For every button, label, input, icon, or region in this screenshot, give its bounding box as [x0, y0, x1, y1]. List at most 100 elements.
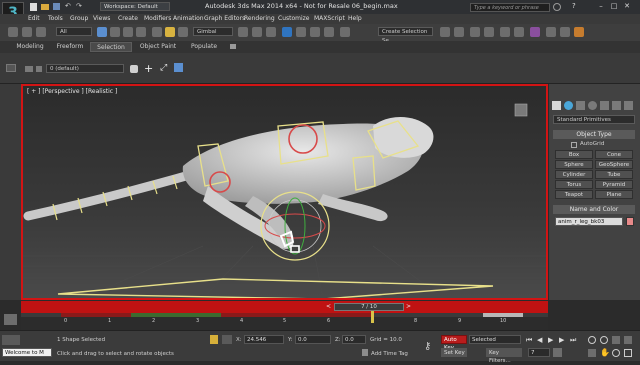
- scale-icon[interactable]: [178, 27, 188, 37]
- play-icon[interactable]: ▶: [548, 336, 553, 344]
- orbit-icon[interactable]: [612, 349, 620, 357]
- time-tag-icon[interactable]: [362, 349, 368, 356]
- schematic-view-icon[interactable]: [514, 27, 524, 37]
- help-icon[interactable]: ?: [572, 2, 576, 10]
- layer-dropdown[interactable]: 0 (default): [46, 64, 124, 73]
- move-icon[interactable]: [152, 27, 162, 37]
- pyramid-button[interactable]: Pyramid: [595, 180, 633, 189]
- mini-curve-icon[interactable]: [4, 314, 17, 325]
- keyboard-shortcut-icon[interactable]: [266, 27, 276, 37]
- modify-tab-icon[interactable]: [564, 101, 573, 110]
- rendered-frame-icon[interactable]: [560, 27, 570, 37]
- add-to-layer-icon[interactable]: ⤢: [160, 63, 167, 73]
- new-file-icon[interactable]: [30, 3, 37, 11]
- layer-visibility-icon[interactable]: [25, 66, 33, 72]
- extra-tab-icon[interactable]: [624, 101, 633, 110]
- undo-toolbar-icon[interactable]: [8, 27, 18, 37]
- menu-customize[interactable]: Customize: [278, 15, 310, 22]
- goto-end-icon[interactable]: ⏭: [570, 336, 576, 345]
- menu-edit[interactable]: Edit: [28, 15, 40, 22]
- spinner-snap-icon[interactable]: [324, 27, 334, 37]
- object-color-swatch[interactable]: [626, 217, 634, 226]
- material-editor-icon[interactable]: [530, 27, 540, 37]
- current-frame-marker[interactable]: [371, 311, 374, 323]
- graphite-toggle-icon[interactable]: [484, 27, 494, 37]
- goto-start-icon[interactable]: ⏮: [526, 336, 532, 345]
- menu-animation[interactable]: Animation: [173, 15, 204, 22]
- selection-filter-dropdown[interactable]: All: [56, 27, 92, 36]
- select-object-icon[interactable]: [97, 27, 107, 37]
- plane-button[interactable]: Plane: [595, 190, 633, 199]
- scene-canvas[interactable]: [23, 86, 546, 298]
- time-config-icon[interactable]: [553, 348, 562, 357]
- maxscript-listener[interactable]: Welcome to M: [2, 348, 52, 357]
- time-slider-prev-icon[interactable]: <: [326, 303, 331, 310]
- geosphere-button[interactable]: GeoSphere: [595, 160, 633, 169]
- menu-create[interactable]: Create: [118, 15, 138, 22]
- torus-button[interactable]: Torus: [555, 180, 593, 189]
- sphere-button[interactable]: Sphere: [555, 160, 593, 169]
- tab-freeform[interactable]: Freeform: [50, 42, 90, 52]
- render-production-icon[interactable]: [574, 27, 584, 37]
- time-slider-next-icon[interactable]: >: [406, 303, 411, 310]
- x-coordinate-field[interactable]: 24.546: [244, 335, 284, 344]
- add-time-tag[interactable]: Add Time Tag: [371, 351, 408, 357]
- menu-rendering[interactable]: Rendering: [244, 15, 275, 22]
- object-name-field[interactable]: anim_r_leg_bk03: [555, 217, 623, 226]
- undo-icon[interactable]: ↶: [65, 2, 71, 10]
- z-coordinate-field[interactable]: 0.0: [342, 335, 366, 344]
- menu-tools[interactable]: Tools: [48, 15, 63, 22]
- motion-tab-icon[interactable]: [588, 101, 597, 110]
- y-coordinate-field[interactable]: 0.0: [295, 335, 331, 344]
- reference-coord-dropdown[interactable]: Gimbal: [193, 27, 233, 36]
- menu-views[interactable]: Views: [93, 15, 110, 22]
- angle-snap-icon[interactable]: [296, 27, 306, 37]
- selection-lock-icon[interactable]: [2, 335, 20, 345]
- lock-selection-icon[interactable]: [210, 335, 218, 344]
- pan-icon[interactable]: ✋: [600, 348, 610, 357]
- box-button[interactable]: Box: [555, 150, 593, 159]
- key-icon[interactable]: ⚷: [424, 341, 431, 352]
- prev-frame-icon[interactable]: ◀: [537, 336, 542, 344]
- maximize-viewport-icon[interactable]: [624, 349, 632, 357]
- tab-object-paint[interactable]: Object Paint: [134, 42, 182, 52]
- binoculars-icon[interactable]: [553, 3, 561, 11]
- named-selection-set-dropdown[interactable]: Create Selection Se: [378, 27, 433, 44]
- time-slider-thumb[interactable]: 7 / 10: [334, 303, 404, 311]
- menu-graph-editors[interactable]: Graph Editors: [204, 15, 245, 22]
- layer-add-icon[interactable]: [130, 65, 138, 73]
- percent-snap-icon[interactable]: [310, 27, 320, 37]
- maximize-button[interactable]: □: [609, 2, 619, 11]
- redo-icon[interactable]: ↷: [76, 2, 82, 10]
- autogrid-checkbox[interactable]: [571, 142, 577, 148]
- name-and-color-rollout[interactable]: Name and Color: [553, 205, 635, 214]
- ribbon-expand-icon[interactable]: [6, 64, 16, 72]
- current-frame-field[interactable]: 7: [528, 348, 550, 357]
- select-by-name-icon[interactable]: [110, 27, 120, 37]
- open-file-icon[interactable]: [41, 4, 49, 10]
- search-input[interactable]: Type a keyword or phrase: [470, 3, 550, 12]
- zoom-all-icon[interactable]: [600, 336, 608, 344]
- ribbon-options-icon[interactable]: [230, 44, 236, 49]
- menu-modifiers[interactable]: Modifiers: [144, 15, 171, 22]
- set-key-button[interactable]: Set Key: [441, 348, 467, 357]
- layer-freeze-icon[interactable]: [36, 66, 42, 72]
- create-layer-icon[interactable]: +: [144, 62, 153, 75]
- select-manipulate-icon[interactable]: [252, 27, 262, 37]
- close-button[interactable]: ✕: [622, 2, 632, 11]
- crossing-icon[interactable]: [136, 27, 146, 37]
- unlink-icon[interactable]: [36, 27, 46, 37]
- viewport-label[interactable]: [ + ] [Perspective ] [Realistic ]: [27, 88, 117, 95]
- field-of-view-icon[interactable]: [588, 349, 596, 357]
- link-icon[interactable]: [22, 27, 32, 37]
- utilities-tab-icon[interactable]: [612, 101, 621, 110]
- zoom-extents-icon[interactable]: [612, 336, 620, 344]
- tab-populate[interactable]: Populate: [184, 42, 224, 52]
- select-in-layer-icon[interactable]: [174, 63, 183, 72]
- tab-selection[interactable]: Selection: [90, 42, 132, 52]
- render-setup-icon[interactable]: [546, 27, 556, 37]
- align-icon[interactable]: [454, 27, 464, 37]
- workspace-dropdown[interactable]: Workspace: Default: [100, 2, 170, 11]
- snap-icon[interactable]: [282, 27, 292, 37]
- primitive-type-dropdown[interactable]: Standard Primitives: [553, 115, 635, 124]
